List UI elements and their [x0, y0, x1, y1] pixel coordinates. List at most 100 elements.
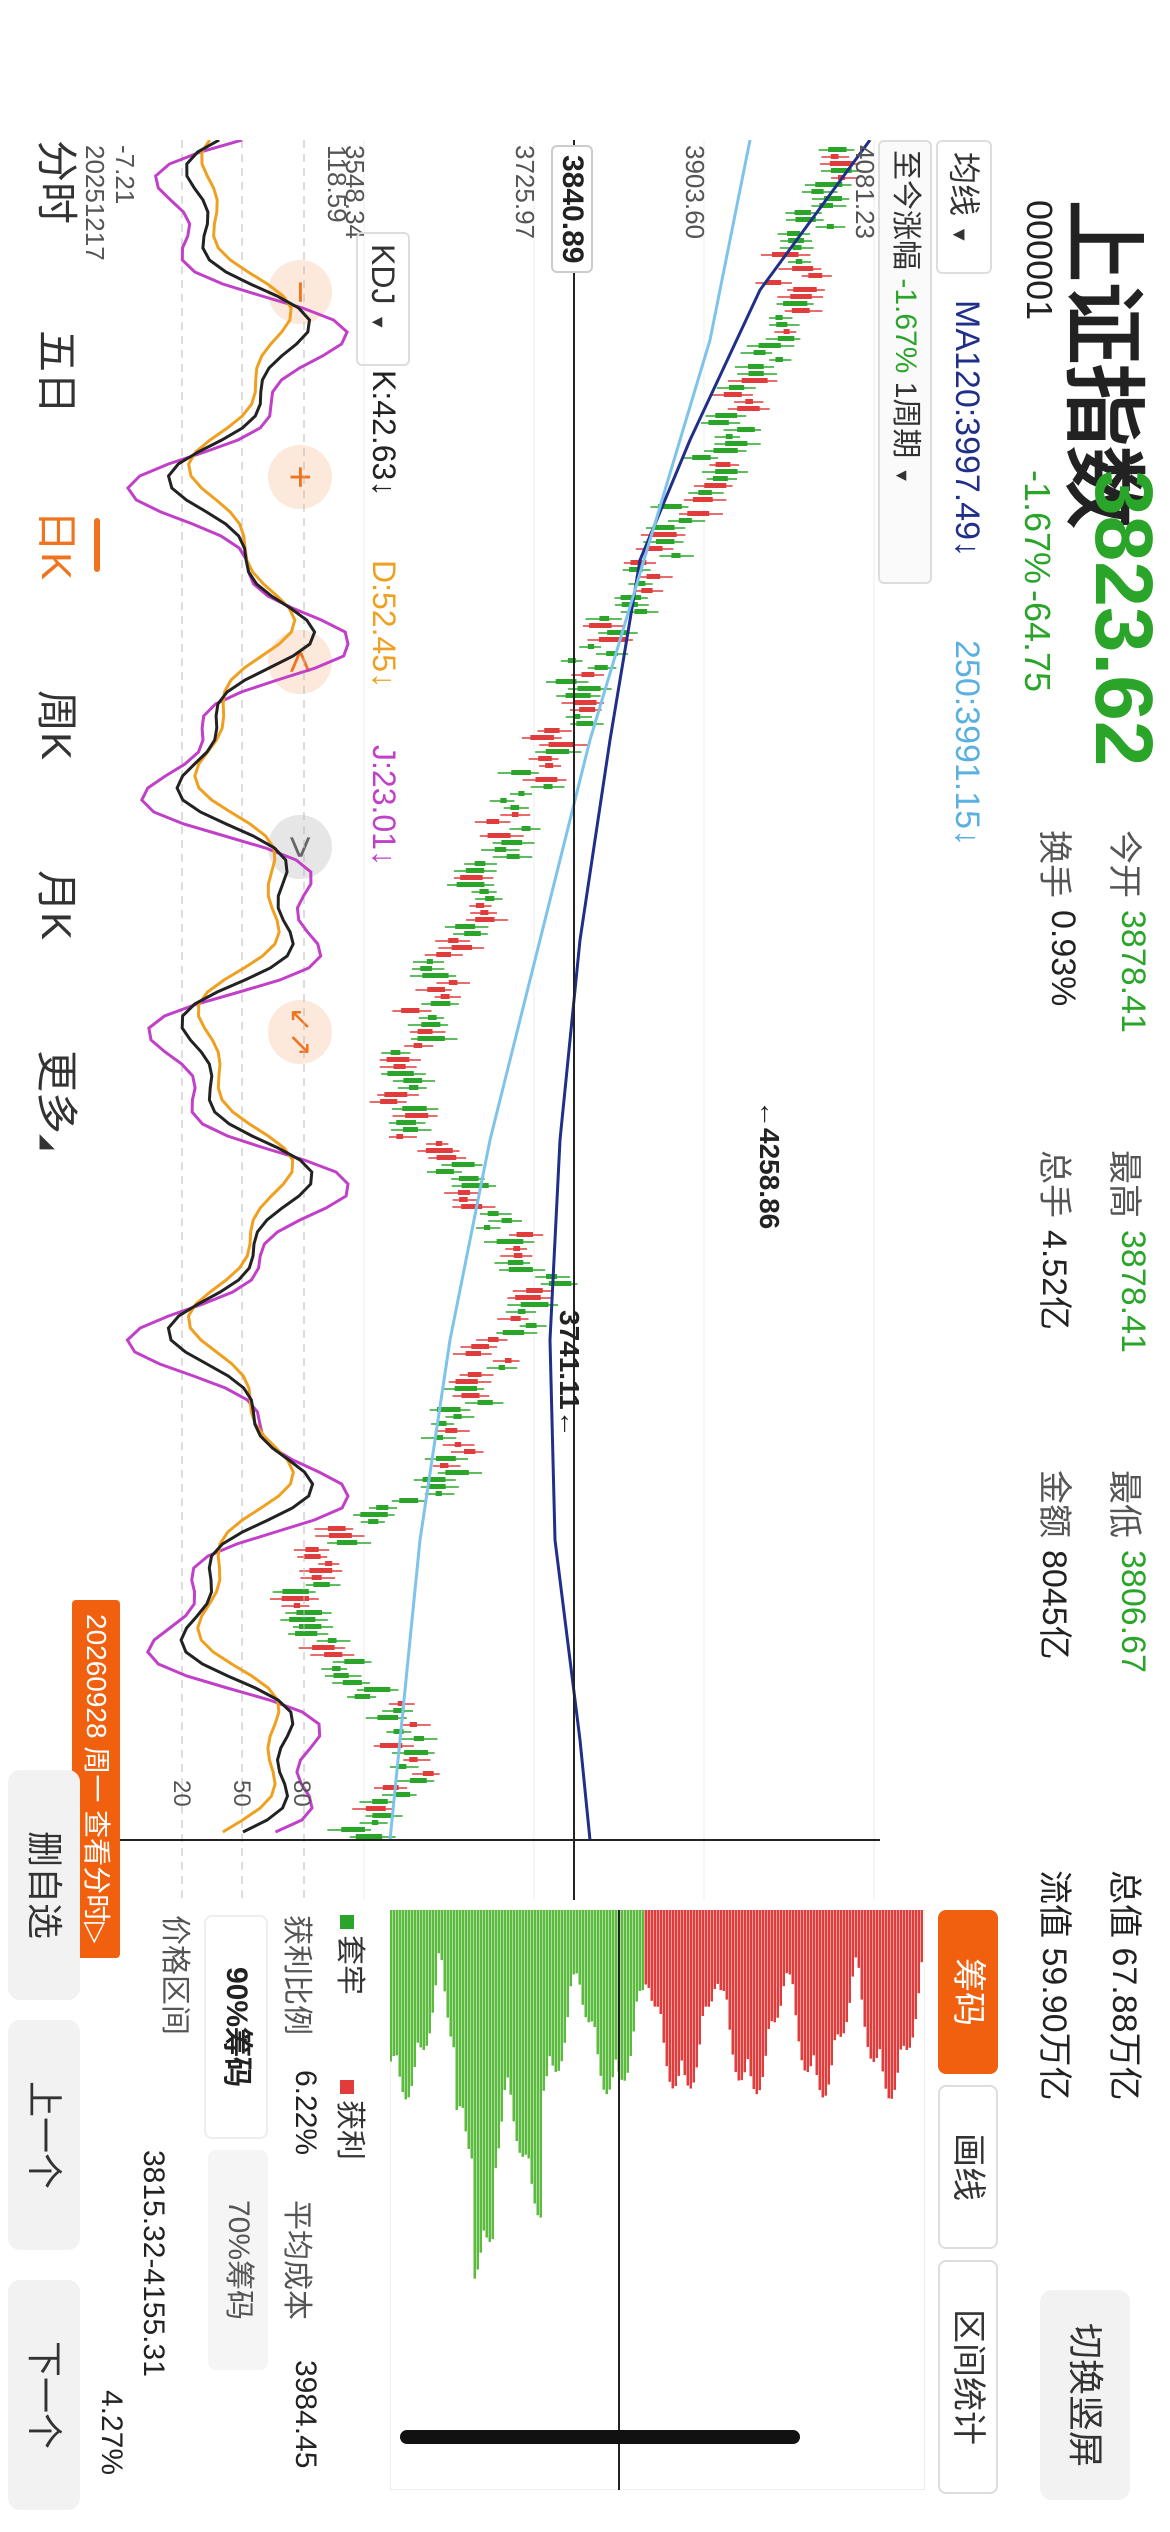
chip-bar: [638, 1910, 641, 1991]
side-tab-chips[interactable]: 筹码: [938, 1910, 998, 2074]
y-label-3: 3725.97: [510, 145, 540, 239]
candle-body: [435, 1491, 442, 1496]
candle-body: [548, 742, 575, 747]
kdj-chart[interactable]: [112, 140, 352, 1900]
chip-bar: [830, 1910, 833, 2066]
chip-bar: [407, 1910, 410, 2098]
chip-bar: [566, 1910, 569, 2018]
stat-label-amount: 金额: [1035, 1470, 1073, 1538]
chip-bar: [767, 1910, 770, 2029]
candle-body: [687, 511, 710, 516]
candle-body: [517, 1309, 526, 1314]
candle-body: [530, 735, 554, 740]
candle-body: [795, 259, 803, 264]
chip-bar: [908, 1910, 911, 2048]
side-tab-range-stats[interactable]: 区间统计: [938, 2260, 998, 2494]
chip-bar: [758, 1910, 761, 2091]
chip-bar: [431, 1910, 434, 2013]
range-change-box[interactable]: 至今涨幅 -1.67% 1周期 ▼: [878, 140, 932, 584]
avg-cost-label: 平均成本: [280, 2200, 313, 2320]
candle-body: [471, 1344, 490, 1349]
candle-body: [725, 434, 733, 439]
chip-90-button[interactable]: 90%筹码: [204, 1915, 268, 2139]
candle-body: [811, 189, 824, 194]
candle-body: [698, 490, 712, 495]
previous-button[interactable]: 上一个: [8, 2020, 80, 2250]
chip-bar: [506, 1910, 509, 2078]
chip-bar: [530, 1910, 533, 2184]
chip-bar: [848, 1910, 851, 2003]
candle-body: [581, 672, 595, 677]
chip-70-button[interactable]: 70%筹码: [208, 2150, 268, 2370]
candle-body: [634, 609, 648, 614]
candle-body: [451, 945, 473, 950]
candle-body: [725, 441, 748, 446]
candle-body: [587, 644, 595, 649]
candle-body: [372, 1813, 394, 1818]
chip-bar: [878, 1910, 881, 2050]
switch-portrait-button[interactable]: 切换竖屏: [1040, 2290, 1130, 2500]
candle-body: [498, 1365, 505, 1370]
candle-body: [506, 854, 520, 859]
side-tab-drawing[interactable]: 画线: [938, 2085, 998, 2249]
candle-body: [723, 392, 742, 397]
tab-monthly-k[interactable]: 月K: [29, 870, 90, 940]
candle-body: [511, 812, 519, 817]
candle-body: [599, 616, 610, 621]
candle-body: [421, 1022, 441, 1027]
chip-bar: [539, 1910, 542, 2218]
chip-bar: [416, 1910, 419, 2043]
candle-body: [387, 1071, 414, 1076]
candle-body: [464, 1449, 476, 1454]
caret-icon: ◢: [37, 1134, 59, 1150]
candle-body: [513, 1253, 523, 1258]
candle-body: [712, 476, 728, 481]
chip-bar: [743, 1910, 746, 2073]
candle-body: [448, 938, 459, 943]
candle-body: [430, 1001, 451, 1006]
chip-bar: [866, 1910, 869, 2047]
candle-body: [638, 581, 646, 586]
chip-bar: [653, 1910, 656, 2007]
chip-bar: [917, 1910, 920, 1994]
chevron-down-icon: ▼: [948, 224, 970, 245]
candle-body: [448, 980, 458, 985]
tab-weekly-k[interactable]: 周K: [29, 690, 90, 760]
candle-body: [507, 1260, 524, 1265]
ma-selector[interactable]: 均线 ▼: [936, 140, 992, 274]
tab-more[interactable]: 更多◢: [29, 1050, 90, 1149]
candle-body: [538, 756, 552, 761]
candle-body: [737, 427, 755, 432]
chip-bar: [707, 1910, 710, 2007]
candle-body: [692, 497, 713, 502]
candle-body: [500, 798, 507, 803]
candle-body: [422, 1771, 434, 1776]
chip-bar: [755, 1910, 758, 2095]
candle-body: [417, 1036, 445, 1041]
next-button[interactable]: 下一个: [8, 2280, 80, 2510]
chevron-down-icon: ▼: [892, 466, 912, 485]
candle-body: [485, 896, 495, 901]
tab-intraday[interactable]: 分时: [29, 140, 90, 224]
remove-watchlist-button[interactable]: 删自选: [8, 1770, 80, 2000]
candle-body: [479, 889, 489, 894]
chip-bar: [500, 1910, 503, 2122]
tab-five-day[interactable]: 五日: [29, 330, 90, 414]
chip-bar: [632, 1910, 635, 2032]
chip-bar: [656, 1910, 659, 2007]
legend-trapped-label: 套牢: [333, 1935, 366, 1995]
chip-bar: [863, 1910, 866, 2027]
kdj-j-line: [125, 140, 350, 1834]
candle-body: [520, 1302, 549, 1307]
tab-daily-k[interactable]: 日K: [29, 510, 90, 580]
chip-bar: [881, 1910, 884, 2072]
ma120-line: [548, 140, 872, 1841]
candle-body: [368, 1519, 379, 1524]
chip-bar: [659, 1910, 662, 2015]
profit-ratio-value: 6.22%: [289, 2070, 322, 2156]
chip-bar: [809, 1910, 812, 2067]
candle-body: [728, 385, 745, 390]
indicator-selector[interactable]: KDJ ▼: [356, 232, 410, 366]
candle-body: [594, 665, 608, 670]
chip-bar: [623, 1910, 626, 2081]
